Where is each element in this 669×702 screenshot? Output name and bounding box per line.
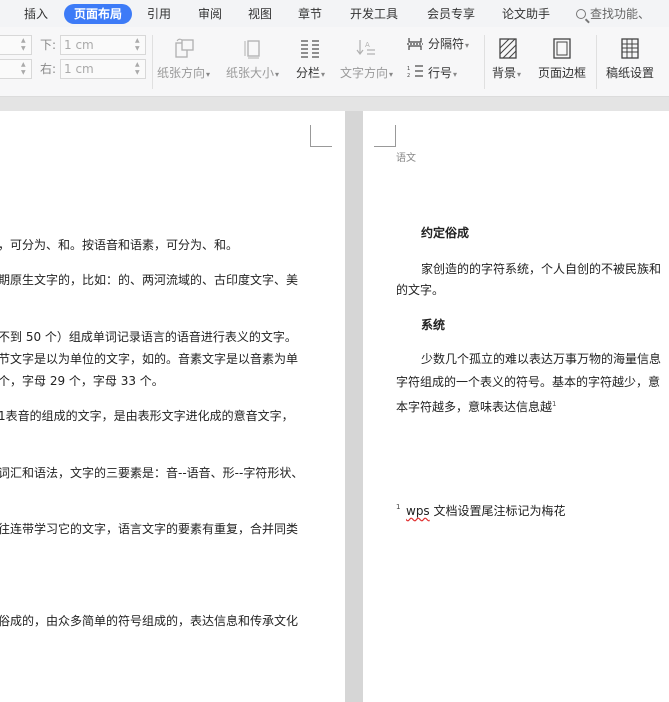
chevron-down-icon: ▾ — [321, 70, 326, 79]
page-corner-mark — [374, 125, 396, 147]
chevron-down-icon: ▾ — [206, 70, 211, 79]
menu-bar: 插入 页面布局 引用 审阅 视图 章节 开发工具 会员专享 论文助手 查找功能、 — [0, 0, 669, 27]
page-border-icon — [553, 38, 571, 59]
menu-view[interactable]: 视图 — [248, 4, 272, 24]
text-line: 个，字母 29 个，字母 33 个。 — [0, 374, 164, 388]
svg-text:2: 2 — [407, 73, 410, 78]
search-icon — [576, 9, 586, 19]
menu-developer-tools[interactable]: 开发工具 — [350, 4, 398, 24]
menu-chapter[interactable]: 章节 — [298, 4, 322, 24]
menu-member[interactable]: 会员专享 — [427, 4, 475, 24]
page-corner-mark — [310, 125, 332, 147]
text-direction-icon: A — [356, 40, 375, 55]
margin-left-input-partial[interactable]: ▲ ▼ — [0, 59, 32, 79]
chevron-down-icon: ▾ — [453, 70, 458, 79]
line-number-icon: 1 2 — [407, 65, 423, 78]
chevron-down-icon: ▾ — [517, 70, 522, 79]
chevron-down-icon: ▾ — [465, 41, 470, 50]
margin-right-input[interactable]: 1 cm ▲ ▼ — [60, 59, 146, 79]
menu-review[interactable]: 审阅 — [198, 4, 222, 24]
text-line: ，可分为、和。按语音和语素，可分为、和。 — [0, 238, 239, 252]
svg-text:A: A — [365, 41, 370, 49]
margin-bottom-label: 下: — [40, 38, 57, 52]
text-line: 1表音的组成的文字，是由表形文字进化成的意音文字， — [0, 409, 294, 423]
margin-right-value: 1 cm — [64, 62, 94, 76]
chevron-down-icon: ▾ — [389, 70, 394, 79]
footnote-text: wps 文档设置尾注标记为梅花 — [406, 504, 566, 518]
margin-bottom-value: 1 cm — [64, 38, 94, 52]
background-button[interactable]: 背景▾ — [492, 66, 521, 82]
footnote-number: 1 — [396, 503, 401, 511]
text-direction-button[interactable]: 文字方向▾ — [340, 66, 393, 82]
text-line: 俗成的，由众多简单的符号组成的，表达信息和传承文化 — [0, 614, 299, 628]
text-line: 的文字。 — [396, 283, 445, 297]
background-icon — [499, 38, 517, 59]
spin-down-icon[interactable]: ▼ — [135, 69, 142, 77]
paper-size-button[interactable]: 纸张大小▾ — [226, 66, 279, 82]
text-line: 往连带学习它的文字，语言文字的要素有重复，合并同类 — [0, 522, 299, 536]
menu-page-layout[interactable]: 页面布局 — [64, 4, 133, 24]
heading: 约定俗成 — [421, 226, 470, 240]
page-orientation-icon — [175, 38, 194, 58]
spin-up-icon[interactable]: ▲ — [135, 37, 142, 45]
svg-text:1: 1 — [407, 66, 410, 72]
text-line: 节文字是以为单位的文字，如的。音素文字是以音素为单 — [0, 352, 299, 366]
divider — [484, 35, 485, 89]
menu-references[interactable]: 引用 — [147, 4, 171, 24]
menu-paper-assistant[interactable]: 论文助手 — [502, 4, 550, 24]
margin-right-label: 右: — [40, 62, 57, 76]
margin-bottom-input[interactable]: 1 cm ▲ ▼ — [60, 35, 146, 55]
text-line: 字符组成的一个表义的符号。基本的字符越少，意 — [396, 375, 661, 389]
text-line: 不到 50 个）组成单词记录语言的语音进行表义的文字。 — [0, 330, 297, 344]
text-line: 词汇和语法，文字的三要素是：音--语音、形--字符形状、 — [0, 466, 304, 480]
search-box[interactable]: 查找功能、 — [576, 4, 650, 24]
workspace-gap — [0, 97, 669, 111]
spin-down-icon[interactable]: ▼ — [135, 45, 142, 53]
line-number-button[interactable]: 行号▾ — [428, 66, 457, 82]
text-line: 本字符越多，意味表达信息越1 — [396, 400, 557, 414]
chevron-down-icon: ▾ — [275, 70, 280, 79]
separator-icon — [407, 38, 423, 50]
page-border-button[interactable]: 页面边框 — [538, 66, 586, 80]
separator-button[interactable]: 分隔符▾ — [428, 37, 469, 53]
ribbon-toolbar: ▲ ▼ ▲ ▼ 下: 1 cm ▲ ▼ 右: 1 cm ▲ ▼ 纸张方向▾ 纸张… — [0, 27, 669, 97]
heading: 系统 — [421, 318, 446, 332]
text-line: 少数几个孤立的难以表达万事万物的海量信息 — [421, 352, 662, 366]
text-line: 期原生文字的，比如：的、两河流域的、古印度文字、美 — [0, 273, 299, 287]
endnote-reference[interactable]: 1 — [552, 400, 556, 408]
columns-button[interactable]: 分栏▾ — [296, 66, 325, 82]
page-header: 语文 — [396, 153, 416, 164]
divider — [152, 35, 153, 89]
page-gap — [345, 111, 363, 702]
document-page-right[interactable]: 语文 约定俗成 家创造的的字符系统，个人自创的不被民族和 的文字。 系统 少数几… — [363, 111, 669, 702]
spellcheck-word[interactable]: wps — [406, 504, 430, 518]
paper-size-icon — [244, 40, 260, 59]
menu-insert[interactable]: 插入 — [24, 4, 48, 24]
grid-paper-icon — [621, 38, 639, 59]
page-orientation-button[interactable]: 纸张方向▾ — [157, 66, 210, 82]
margin-top-input-partial[interactable]: ▲ ▼ — [0, 35, 32, 55]
text-line: 家创造的的字符系统，个人自创的不被民族和 — [421, 262, 662, 276]
columns-icon — [301, 40, 319, 58]
document-page-left[interactable]: ，可分为、和。按语音和语素，可分为、和。 期原生文字的，比如：的、两河流域的、古… — [0, 111, 345, 702]
grid-paper-button[interactable]: 稿纸设置 — [606, 66, 654, 80]
search-placeholder: 查找功能、 — [590, 7, 651, 21]
spin-up-icon[interactable]: ▲ — [135, 61, 142, 69]
divider — [596, 35, 597, 89]
